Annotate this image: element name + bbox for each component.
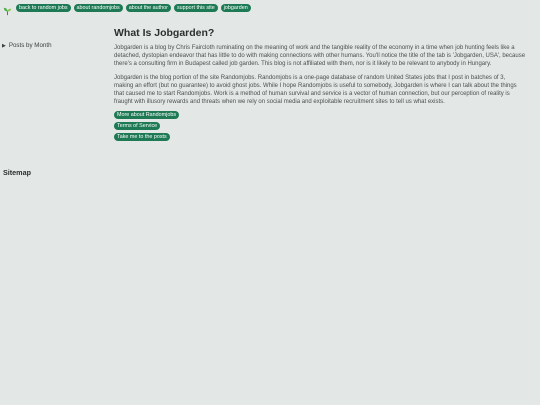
main-content: What Is Jobgarden? Jobgarden is a blog b… <box>114 27 526 142</box>
terms-of-service-button[interactable]: Terms of Service <box>114 122 161 131</box>
action-buttons: More about Randomjobs Terms of Service T… <box>114 111 526 142</box>
about-paragraph: Jobgarden is the blog portion of the sit… <box>114 74 517 106</box>
triangle-right-icon: ▶ <box>2 42 6 49</box>
nav-support-this-site[interactable]: support this site <box>173 3 218 12</box>
nav-back-to-random-jobs[interactable]: back to random jobs <box>16 3 71 12</box>
sitemap-heading: Sitemap <box>3 168 31 177</box>
intro-paragraph: Jobgarden is a blog by Chris Faircloth r… <box>114 45 526 68</box>
nav-about-the-author[interactable]: about the author <box>125 3 171 12</box>
more-about-randomjobs-button[interactable]: More about Randomjobs <box>114 111 180 120</box>
top-navigation: back to random jobs about randomjobs abo… <box>3 3 251 16</box>
nav-jobgarden[interactable]: jobgarden <box>220 3 251 12</box>
sprout-icon[interactable] <box>3 3 12 16</box>
take-me-to-posts-button[interactable]: Take me to the posts <box>114 133 170 142</box>
posts-by-month-toggle[interactable]: ▶ Posts by Month <box>2 42 52 49</box>
nav-about-randomjobs[interactable]: about randomjobs <box>73 3 123 12</box>
posts-by-month-label: Posts by Month <box>8 42 52 49</box>
page-title: What Is Jobgarden? <box>114 27 215 39</box>
